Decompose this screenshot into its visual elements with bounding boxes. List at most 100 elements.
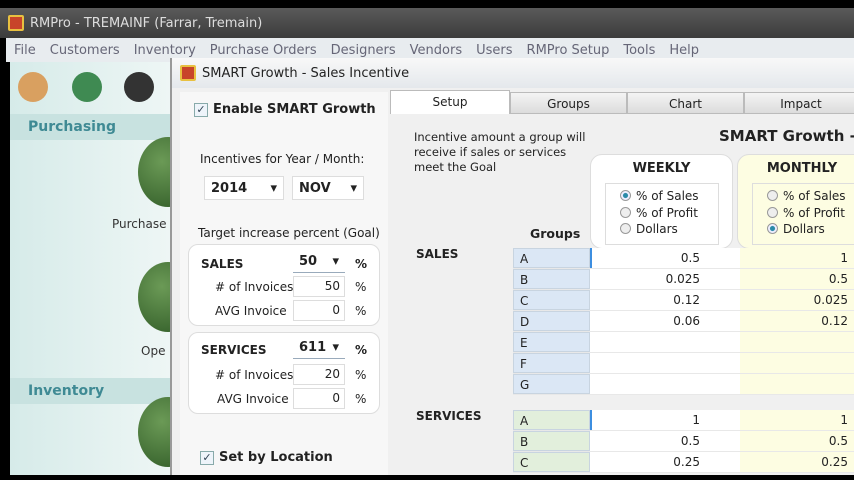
services-avg-input[interactable]: 0 [293, 388, 345, 409]
groups-label: Groups [530, 226, 581, 241]
radio-label: % of Sales [636, 189, 699, 203]
weekly-cell[interactable]: 0.025 [590, 269, 740, 289]
sales-goal-select[interactable]: 50 ▾ [293, 251, 345, 273]
settings-panel: ✓ Enable SMART Growth Incentives for Year… [180, 92, 388, 475]
weekly-cell[interactable] [590, 374, 740, 394]
year-select[interactable]: 2014 ▾ [204, 176, 284, 200]
services-goal-select[interactable]: 611 ▾ [293, 337, 345, 359]
chevron-down-icon: ▾ [270, 180, 277, 196]
sales-avg-input[interactable]: 0 [293, 300, 345, 321]
menu-inventory[interactable]: Inventory [134, 43, 196, 58]
year-value: 2014 [211, 180, 248, 196]
enable-smart-growth-checkbox[interactable]: ✓ Enable SMART Growth [194, 102, 376, 117]
pct-label: % [355, 392, 367, 406]
group-cell: D [513, 311, 590, 331]
pct-label: % [355, 368, 367, 382]
section-inventory: Inventory [10, 378, 170, 404]
enable-label: Enable SMART Growth [213, 102, 376, 117]
menu-help[interactable]: Help [669, 43, 699, 58]
monthly-radio-option[interactable]: % of Profit [767, 205, 854, 222]
monthly-cell[interactable] [740, 353, 854, 373]
dialog-icon [180, 65, 196, 81]
chevron-down-icon: ▾ [332, 254, 339, 269]
pct-label: % [355, 280, 367, 294]
pct-label: % [355, 257, 368, 271]
weekly-cell[interactable]: 0.25 [590, 452, 740, 472]
menu-customers[interactable]: Customers [50, 43, 120, 58]
user-icon[interactable] [124, 72, 154, 102]
weekly-cell[interactable]: 1 [590, 410, 740, 430]
monthly-cell[interactable]: 0.5 [740, 269, 854, 289]
table-row: A11 [513, 410, 854, 431]
dialog-title: SMART Growth - Sales Incentive [202, 65, 410, 81]
table-row: A 0.5 1 [513, 248, 854, 269]
section-purchasing: Purchasing [10, 114, 170, 140]
menu-users[interactable]: Users [476, 43, 512, 58]
customers-icon[interactable] [18, 72, 48, 102]
smart-growth-dialog: SMART Growth - Sales Incentive ✓ Enable S… [170, 58, 854, 475]
radio-icon [767, 223, 778, 234]
tab-groups[interactable]: Groups [510, 92, 627, 114]
table-row: C 0.25 0.25 [513, 452, 854, 473]
month-select[interactable]: NOV ▾ [292, 176, 364, 200]
monthly-radio-option[interactable]: Dollars [767, 221, 854, 238]
table-row: D 0.06 0.12 [513, 311, 854, 332]
radio-icon [620, 190, 631, 201]
monthly-cell[interactable]: 1 [740, 410, 854, 430]
services-avg-label: AVG Invoice [217, 392, 289, 406]
weekly-cell[interactable]: 0.5 [590, 248, 740, 268]
monthly-cell[interactable]: 0.12 [740, 311, 854, 331]
set-by-location-checkbox[interactable]: ✓ Set by Location [200, 450, 333, 465]
monthly-basis-radio-group: % of Sales % of Profit Dollars [752, 183, 854, 245]
sales-incentive-grid: A 0.5 1 B 0.025 0.5 C 0.12 0.025 D 0.06 0.12 E F G [513, 248, 854, 395]
monthly-radio-option[interactable]: % of Sales [767, 188, 854, 205]
radio-icon [620, 223, 631, 234]
tab-impact[interactable]: Impact [744, 92, 854, 114]
open-label[interactable]: Ope [141, 344, 165, 358]
menu-rmpro-setup[interactable]: RMPro Setup [527, 43, 610, 58]
monthly-column-header: MONTHLY % of Sales % of Profit Dollars [737, 154, 854, 249]
month-value: NOV [299, 180, 331, 196]
radio-label: % of Profit [783, 205, 845, 220]
menu-purchase-orders[interactable]: Purchase Orders [210, 43, 317, 58]
weekly-title: WEEKLY [632, 161, 691, 176]
weekly-cell[interactable]: 0.12 [590, 290, 740, 310]
tab-setup[interactable]: Setup [390, 90, 510, 114]
weekly-radio-option[interactable]: Dollars [620, 221, 718, 238]
barcode-icon[interactable] [72, 72, 102, 102]
monthly-cell[interactable]: 0.5 [740, 431, 854, 451]
weekly-cell[interactable] [590, 353, 740, 373]
table-row: B 0.5 0.5 [513, 431, 854, 452]
radio-icon [767, 206, 778, 218]
weekly-cell[interactable]: 0.5 [590, 431, 740, 451]
monthly-cell[interactable]: 1 [740, 248, 854, 268]
services-goal-box: SERVICES 611 ▾ % # of Invoices 20 % AVG I… [188, 332, 380, 414]
services-section-label: SERVICES [416, 409, 482, 423]
monthly-cell[interactable] [740, 332, 854, 352]
purchase-label[interactable]: Purchase [112, 217, 167, 231]
services-goal-value: 611 [299, 340, 327, 355]
weekly-radio-option[interactable]: % of Profit [620, 205, 718, 222]
menu-file[interactable]: File [14, 43, 36, 58]
weekly-radio-option[interactable]: % of Sales [620, 188, 718, 205]
sales-goal-box: SALES 50 ▾ % # of Invoices 50 % AVG Invoi… [188, 244, 380, 326]
menu-vendors[interactable]: Vendors [410, 43, 462, 58]
group-cell: B [513, 269, 590, 289]
table-row: G [513, 374, 854, 395]
tab-chart[interactable]: Chart [627, 92, 744, 114]
sales-invoices-label: # of Invoices [215, 280, 294, 294]
monthly-cell[interactable]: 0.25 [740, 452, 854, 472]
weekly-cell[interactable] [590, 332, 740, 352]
menu-designers[interactable]: Designers [331, 43, 396, 58]
section-heading: SMART Growth - [719, 127, 854, 145]
checkbox-icon: ✓ [194, 102, 208, 117]
weekly-cell[interactable]: 0.06 [590, 311, 740, 331]
table-row: C 0.12 0.025 [513, 290, 854, 311]
services-incentive-grid: A 1 1 B 0.5 0.5 C 0.25 0.25 [513, 410, 854, 473]
sales-invoices-input[interactable]: 50 [293, 276, 345, 297]
services-invoices-label: # of Invoices [215, 368, 294, 382]
services-invoices-input[interactable]: 20 [293, 364, 345, 385]
monthly-cell[interactable] [740, 374, 854, 394]
menu-tools[interactable]: Tools [623, 43, 655, 58]
monthly-cell[interactable]: 0.025 [740, 290, 854, 310]
